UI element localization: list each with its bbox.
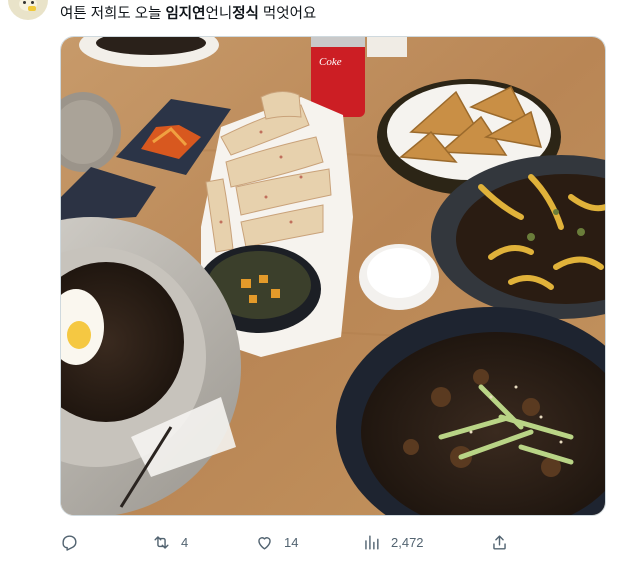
tweet-bold-name: 임지연: [165, 6, 206, 22]
share-button[interactable]: [490, 530, 509, 554]
retweet-button[interactable]: 4: [152, 530, 188, 554]
tweet-text-suffix: 먹엇어요: [258, 6, 317, 22]
tweet-text-prefix: 여튼 저희도 오늘: [60, 6, 166, 22]
like-count: 14: [284, 534, 299, 550]
avatar-eye-left: [23, 1, 26, 4]
retweet-count: 4: [181, 534, 189, 550]
reply-icon: [62, 534, 77, 551]
heart-icon: [258, 536, 271, 550]
tweet-photo[interactable]: Coke: [60, 36, 606, 516]
food-photo-illustration: Coke: [61, 37, 605, 515]
like-button[interactable]: 14: [255, 530, 298, 554]
views-count: 2,472: [391, 534, 424, 550]
can-label: Coke: [319, 56, 342, 68]
tweet-action-bar: 4 14 2,472: [60, 530, 620, 554]
retweet-icon: [154, 535, 169, 549]
share-icon: [493, 534, 506, 550]
avatar[interactable]: [8, 0, 48, 20]
tweet-text-middle: 언니: [205, 6, 233, 22]
reply-button[interactable]: [60, 530, 79, 554]
tweet-text: 여튼 저희도 오늘 임지연언니정식 먹엇어요: [60, 4, 316, 24]
views-button[interactable]: 2,472: [362, 530, 424, 554]
tweet-bold-emphasis: 정식: [232, 6, 259, 22]
avatar-bow: [28, 6, 36, 11]
views-icon: [365, 534, 379, 550]
avatar-eye-right: [31, 1, 34, 4]
